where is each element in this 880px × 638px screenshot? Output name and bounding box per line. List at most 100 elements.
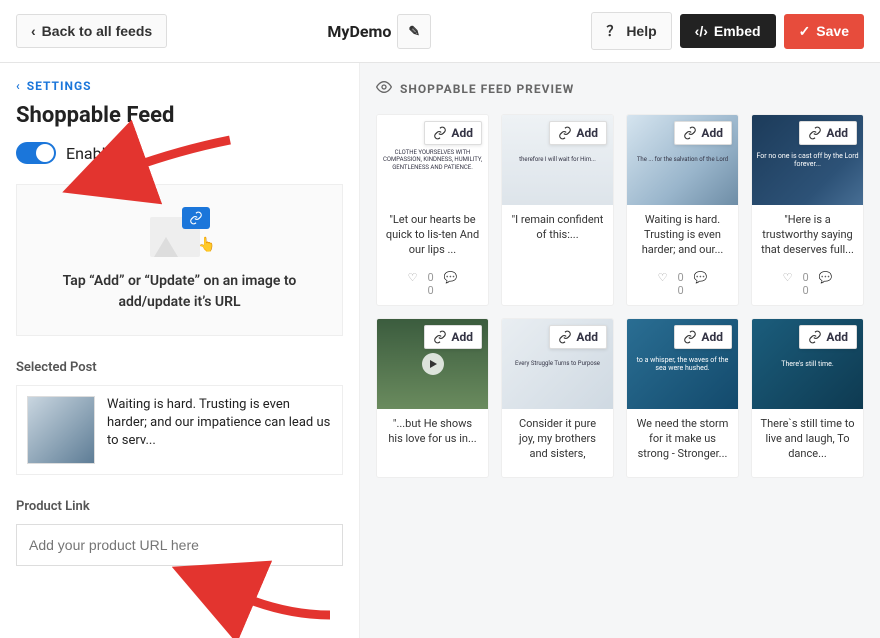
card-body: "Here is a trustworthy saying that deser… (752, 205, 863, 305)
card-body: "...but He shows his love for us in... (377, 409, 488, 477)
heart-icon (408, 271, 418, 297)
add-link-button[interactable]: Add (799, 325, 857, 349)
feed-card: Add "...but He shows his love for us in.… (376, 318, 489, 478)
embed-label: Embed (714, 23, 761, 39)
card-caption: "I remain confident of this:... (510, 213, 605, 265)
card-caption: Consider it pure joy, my brothers and si… (510, 417, 605, 469)
like-count: 00 (427, 271, 433, 297)
play-icon (422, 353, 444, 375)
feed-card: Every Struggle Turns to Purpose Add Cons… (501, 318, 614, 478)
card-image: Add (377, 319, 488, 409)
help-button[interactable]: ？ Help (591, 12, 671, 50)
card-body: Consider it pure joy, my brothers and si… (502, 409, 613, 477)
cursor-icon: 👆 (198, 237, 215, 253)
add-link-button[interactable]: Add (549, 121, 607, 145)
link-badge-icon (182, 207, 210, 229)
comment-icon (819, 271, 833, 297)
preview-panel: SHOPPABLE FEED PREVIEW CLOTHE YOURSELVES… (360, 63, 880, 638)
selected-post-card: Waiting is hard. Trusting is even harder… (16, 385, 343, 475)
card-thumb-text: to a whisper, the waves of the sea were … (631, 356, 734, 373)
pencil-icon: ✎ (408, 23, 420, 40)
card-caption: "...but He shows his love for us in... (385, 417, 480, 469)
card-image: For no one is cast off by the Lord forev… (752, 115, 863, 205)
card-thumb-text: Every Struggle Turns to Purpose (515, 360, 600, 367)
add-link-button[interactable]: Add (549, 325, 607, 349)
enable-row: Enable (16, 142, 343, 164)
card-body: "Let our hearts be quick to lis-ten And … (377, 205, 488, 305)
add-label: Add (451, 330, 473, 344)
preview-header-label: SHOPPABLE FEED PREVIEW (400, 82, 574, 96)
main-layout: ‹ SETTINGS Shoppable Feed Enable 👆 Tap “… (0, 63, 880, 638)
feed-title-group: MyDemo ✎ (327, 14, 431, 49)
instruction-box: 👆 Tap “Add” or “Update” on an image to a… (16, 184, 343, 336)
add-label: Add (576, 330, 598, 344)
add-label: Add (826, 330, 848, 344)
card-image: Every Struggle Turns to Purpose Add (502, 319, 613, 409)
card-thumb-text: There's still time. (781, 360, 833, 368)
card-caption: "Let our hearts be quick to lis-ten And … (385, 213, 480, 265)
code-icon: ‹/› (695, 23, 708, 39)
feed-grid: CLOTHE YOURSELVES WITH COMPASSION, KINDN… (376, 114, 864, 478)
check-icon: ✓ (799, 23, 811, 40)
enable-toggle[interactable] (16, 142, 56, 164)
card-image: therefore I will wait for Him... Add (502, 115, 613, 205)
settings-sidebar: ‹ SETTINGS Shoppable Feed Enable 👆 Tap “… (0, 63, 360, 638)
product-link-label: Product Link (16, 499, 343, 514)
topbar: ‹ Back to all feeds MyDemo ✎ ？ Help ‹/› … (0, 0, 880, 63)
card-caption: There`s still time to live and laugh, To… (760, 417, 855, 469)
card-thumb-text: For no one is cast off by the Lord forev… (756, 152, 859, 169)
add-link-button[interactable]: Add (674, 121, 732, 145)
settings-breadcrumb[interactable]: ‹ SETTINGS (16, 79, 343, 93)
save-label: Save (816, 23, 849, 39)
like-count: 00 (802, 271, 808, 297)
help-icon: ？ (606, 21, 620, 41)
selected-post-text: Waiting is hard. Trusting is even harder… (107, 396, 332, 451)
card-caption: We need the storm for it make us strong … (635, 417, 730, 469)
eye-icon (376, 79, 392, 98)
help-label: Help (626, 23, 656, 39)
enable-label: Enable (66, 144, 114, 163)
back-label: Back to all feeds (42, 23, 153, 39)
selected-post-label: Selected Post (16, 360, 343, 375)
card-image: The ... for the salvation of the Lord Ad… (627, 115, 738, 205)
embed-button[interactable]: ‹/› Embed (680, 14, 776, 48)
add-label: Add (826, 126, 848, 140)
preview-header: SHOPPABLE FEED PREVIEW (376, 79, 864, 98)
card-image: to a whisper, the waves of the sea were … (627, 319, 738, 409)
add-label: Add (576, 126, 598, 140)
heart-icon (658, 271, 668, 297)
like-count: 00 (677, 271, 683, 297)
card-body: "I remain confident of this:... (502, 205, 613, 273)
chevron-left-icon: ‹ (16, 79, 21, 93)
card-caption: Waiting is hard. Trusting is even harder… (635, 213, 730, 265)
add-label: Add (451, 126, 473, 140)
comment-icon (444, 271, 458, 297)
add-link-button[interactable]: Add (424, 121, 482, 145)
add-link-button[interactable]: Add (674, 325, 732, 349)
edit-name-button[interactable]: ✎ (397, 14, 431, 49)
card-thumb-text: therefore I will wait for Him... (519, 156, 596, 163)
card-image: CLOTHE YOURSELVES WITH COMPASSION, KINDN… (377, 115, 488, 205)
back-button[interactable]: ‹ Back to all feeds (16, 14, 167, 48)
page-title: Shoppable Feed (16, 103, 343, 128)
add-link-button[interactable]: Add (424, 325, 482, 349)
card-stats: 00 (385, 271, 480, 297)
card-stats: 00 (635, 271, 730, 297)
add-label: Add (701, 330, 723, 344)
comment-icon (694, 271, 708, 297)
card-thumb-text: CLOTHE YOURSELVES WITH COMPASSION, KINDN… (381, 149, 484, 171)
feed-card: therefore I will wait for Him... Add "I … (501, 114, 614, 306)
card-body: Waiting is hard. Trusting is even harder… (627, 205, 738, 305)
card-thumb-text: The ... for the salvation of the Lord (637, 156, 728, 163)
crumb-label: SETTINGS (27, 79, 92, 93)
instruction-text: Tap “Add” or “Update” on an image to add… (33, 271, 326, 313)
chevron-left-icon: ‹ (31, 23, 36, 39)
product-url-input[interactable] (16, 524, 343, 566)
card-body: There`s still time to live and laugh, To… (752, 409, 863, 477)
card-caption: "Here is a trustworthy saying that deser… (760, 213, 855, 265)
feed-name: MyDemo (327, 22, 391, 41)
feed-card: For no one is cast off by the Lord forev… (751, 114, 864, 306)
save-button[interactable]: ✓ Save (784, 14, 864, 49)
add-link-button[interactable]: Add (799, 121, 857, 145)
instruction-graphic: 👆 (150, 207, 210, 257)
